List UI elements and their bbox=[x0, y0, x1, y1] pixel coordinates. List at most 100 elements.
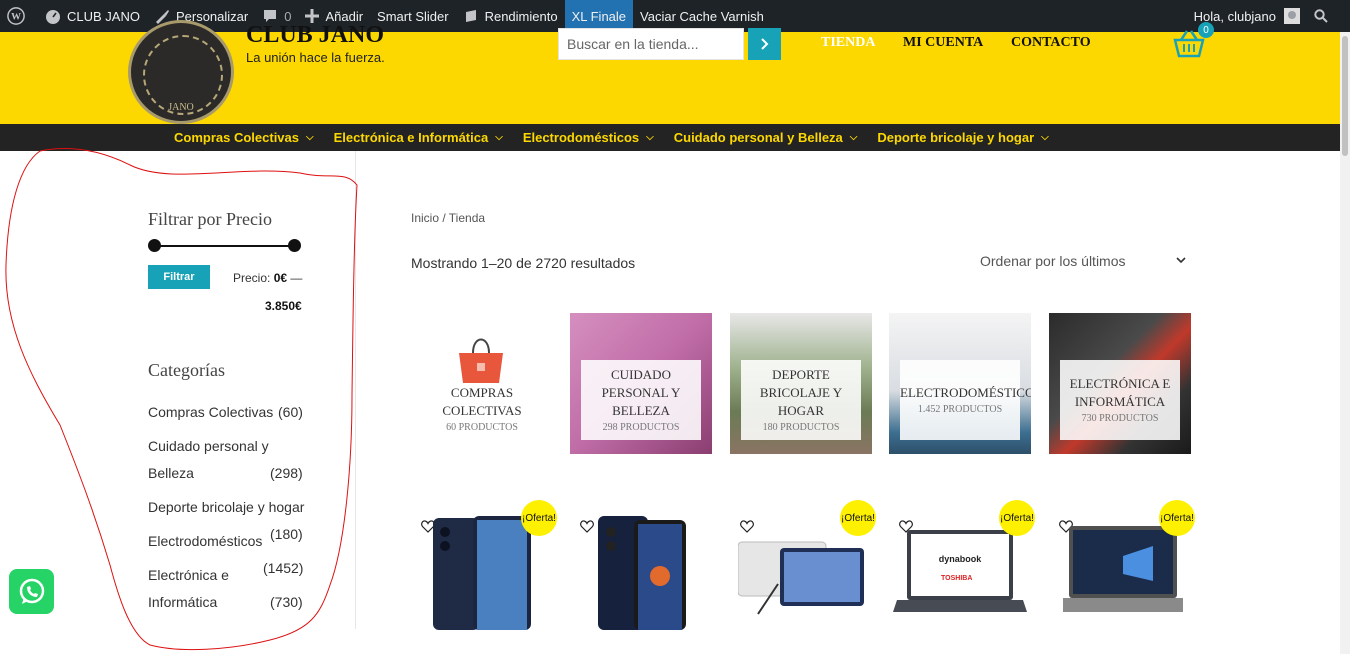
sale-badge: ¡Oferta! bbox=[999, 500, 1035, 536]
svg-text:W: W bbox=[11, 12, 21, 23]
category-link-compras[interactable]: Compras Colectivas bbox=[148, 404, 273, 420]
heart-icon[interactable] bbox=[580, 520, 594, 533]
svg-text:dynabook: dynabook bbox=[939, 554, 982, 564]
category-link-deporte[interactable]: Deporte bricolaje y hogar bbox=[148, 499, 304, 515]
category-card-count: 730 PRODUCTOS bbox=[1081, 413, 1159, 424]
product-card[interactable]: ¡Oferta! bbox=[1049, 500, 1195, 630]
category-link-cuidado[interactable]: Cuidado personal y bbox=[148, 438, 269, 454]
site-name-button[interactable]: CLUB JANO bbox=[38, 0, 147, 32]
site-name-label: CLUB JANO bbox=[67, 8, 140, 24]
catnav-item-cuidado-personal[interactable]: Cuidado personal y Belleza ⌵ bbox=[664, 124, 868, 151]
category-card-electronica[interactable]: ELECTRÓNICA E INFORMÁTICA 730 PRODUCTOS bbox=[1049, 313, 1191, 454]
category-nav: Compras Colectivas ⌵ Electrónica e Inform… bbox=[0, 124, 1350, 151]
price-filter-title: Filtrar por Precio bbox=[148, 209, 272, 229]
scrollbar-thumb[interactable] bbox=[1342, 36, 1348, 156]
category-card-electrodomesticos[interactable]: ELECTRODOMÉSTICOS 1.452 PRODUCTOS bbox=[889, 313, 1031, 454]
site-title[interactable]: CLUB JANO bbox=[246, 22, 384, 49]
filter-button[interactable]: Filtrar bbox=[148, 265, 210, 289]
price-slider-min-handle[interactable] bbox=[148, 239, 161, 252]
product-card[interactable]: ¡Oferta! bbox=[411, 500, 557, 630]
category-card-name: DEPORTE BRICOLAJE Y HOGAR bbox=[759, 367, 843, 418]
search-input[interactable]: Buscar en la tienda... bbox=[558, 28, 744, 60]
site-header: JANO CLUB JANO La unión hace la fuerza. … bbox=[0, 20, 1350, 124]
category-card-name: CUIDADO PERSONAL Y BELLEZA bbox=[601, 367, 681, 418]
category-link-electronica[interactable]: Electrónica e bbox=[148, 567, 229, 583]
catnav-label: Electrodomésticos bbox=[522, 130, 640, 145]
category-card-cuidado[interactable]: CUIDADO PERSONAL Y BELLEZA 298 PRODUCTOS bbox=[570, 313, 712, 454]
price-prefix: Precio: bbox=[233, 271, 271, 285]
category-card-count: 1.452 PRODUCTOS bbox=[917, 404, 1003, 415]
catnav-item-compras-colectivas[interactable]: Compras Colectivas ⌵ bbox=[164, 124, 324, 151]
nav-shop-link[interactable]: TIENDA bbox=[821, 35, 875, 51]
shop-sidebar: Filtrar por Precio Filtrar Precio: 0€ — … bbox=[148, 151, 356, 631]
chevron-down-icon: ⌵ bbox=[646, 132, 654, 143]
catnav-item-electronica[interactable]: Electrónica e Informática ⌵ bbox=[324, 124, 513, 151]
category-count: (180) bbox=[270, 526, 303, 542]
catnav-item-deporte[interactable]: Deporte bricolaje y hogar ⌵ bbox=[867, 124, 1058, 151]
price-min: 0€ bbox=[273, 271, 288, 285]
chevron-down-icon[interactable] bbox=[1175, 254, 1187, 266]
wordpress-icon: W bbox=[7, 7, 25, 25]
performance-icon bbox=[465, 10, 476, 22]
nav-my-account-link[interactable]: MI CUENTA bbox=[903, 35, 983, 51]
category-link-cuidado-line2[interactable]: Belleza bbox=[148, 465, 194, 481]
sale-badge: ¡Oferta! bbox=[1159, 500, 1195, 536]
catnav-item-electrodomesticos[interactable]: Electrodomésticos ⌵ bbox=[513, 124, 664, 151]
category-count: (730) bbox=[270, 594, 303, 610]
category-card-count: 298 PRODUCTOS bbox=[602, 422, 680, 433]
product-card[interactable] bbox=[570, 500, 712, 630]
category-card-name: ELECTRÓNICA E INFORMÁTICA bbox=[1069, 376, 1171, 409]
dashboard-icon bbox=[46, 10, 60, 24]
sale-badge: ¡Oferta! bbox=[840, 500, 876, 536]
breadcrumb[interactable]: Inicio / Tienda bbox=[411, 211, 485, 225]
chevron-right-icon bbox=[760, 38, 768, 50]
plus-icon bbox=[305, 9, 320, 23]
catnav-label: Electrónica e Informática bbox=[333, 130, 489, 145]
sale-badge: ¡Oferta! bbox=[521, 500, 557, 536]
chevron-down-icon: ⌵ bbox=[495, 132, 503, 143]
category-card-compras[interactable]: COMPRAS COLECTIVAS 60 PRODUCTOS bbox=[411, 313, 553, 454]
results-count: Mostrando 1–20 de 2720 resultados bbox=[411, 255, 636, 271]
whatsapp-icon bbox=[19, 578, 44, 604]
price-slider-max-handle[interactable] bbox=[288, 239, 301, 252]
admin-search-button[interactable] bbox=[1307, 0, 1350, 32]
category-link-electrodomesticos[interactable]: Electrodomésticos bbox=[148, 533, 262, 549]
laptop-image: dynabook TOSHIBA bbox=[893, 530, 1027, 612]
performance-button[interactable]: Rendimiento bbox=[456, 0, 565, 32]
category-count: (1452) bbox=[263, 560, 304, 576]
product-card[interactable]: ¡Oferta! bbox=[730, 500, 876, 630]
phone-image bbox=[598, 516, 686, 630]
tablet-image bbox=[738, 541, 864, 615]
category-card-count: 180 PRODUCTOS bbox=[762, 422, 840, 433]
category-card-count: 60 PRODUCTOS bbox=[446, 422, 518, 433]
catnav-label: Compras Colectivas bbox=[174, 130, 299, 145]
price-range-label: Precio: 0€ — bbox=[233, 271, 302, 285]
catnav-label: Deporte bricolaje y hogar bbox=[877, 130, 1035, 145]
category-card-name: ELECTRODOMÉSTICOS bbox=[900, 385, 1031, 400]
category-count: (60) bbox=[278, 404, 303, 420]
xl-finale-label: XL Finale bbox=[571, 8, 627, 24]
catnav-label: Cuidado personal y Belleza bbox=[673, 130, 843, 145]
wordpress-logo-button[interactable]: W bbox=[0, 0, 38, 32]
laptop-image bbox=[1063, 526, 1183, 612]
product-card[interactable]: dynabook TOSHIBA ¡Oferta! bbox=[889, 500, 1035, 630]
sidebar-divider bbox=[355, 151, 356, 629]
ordering-select[interactable]: Ordenar por los últimos bbox=[980, 253, 1126, 269]
svg-text:TOSHIBA: TOSHIBA bbox=[941, 575, 972, 582]
cart-count-badge: 0 bbox=[1198, 22, 1214, 38]
site-logo[interactable]: JANO bbox=[128, 20, 234, 124]
category-card-name: COMPRAS COLECTIVAS bbox=[442, 385, 522, 418]
category-card-deporte[interactable]: DEPORTE BRICOLAJE Y HOGAR 180 PRODUCTOS bbox=[730, 313, 872, 454]
smart-slider-label: Smart Slider bbox=[377, 8, 449, 24]
chevron-down-icon: ⌵ bbox=[1041, 132, 1049, 143]
price-max: 3.850€ bbox=[265, 299, 302, 313]
whatsapp-button[interactable] bbox=[9, 569, 54, 614]
avatar bbox=[1284, 8, 1300, 24]
heart-icon[interactable] bbox=[740, 520, 754, 533]
performance-label: Rendimiento bbox=[484, 8, 558, 24]
category-link-electronica-line2[interactable]: Informática bbox=[148, 594, 217, 610]
search-submit-button[interactable] bbox=[748, 28, 781, 60]
price-slider-track[interactable] bbox=[154, 245, 294, 247]
phone-image bbox=[433, 516, 531, 630]
nav-contact-link[interactable]: CONTACTO bbox=[1011, 35, 1091, 51]
